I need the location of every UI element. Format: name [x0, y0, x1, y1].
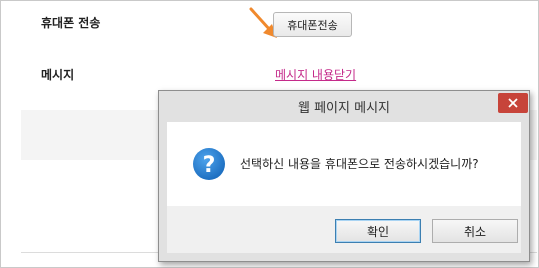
svg-text:?: ? — [203, 153, 216, 178]
message-label: 메시지 — [41, 68, 75, 82]
close-icon — [508, 98, 518, 108]
dialog-title: 웹 페이지 메시지 — [298, 100, 390, 116]
phone-send-button[interactable]: 휴대폰전송 — [273, 12, 352, 37]
cancel-button[interactable]: 취소 — [432, 219, 518, 243]
close-message-link[interactable]: 메시지 내용닫기 — [275, 66, 356, 83]
ok-button[interactable]: 확인 — [335, 219, 421, 243]
dialog-question: 선택하신 내용을 휴대폰으로 전송하시겠습니까? — [240, 157, 479, 171]
dialog-close-button[interactable] — [498, 93, 528, 113]
dialog-body: ? 선택하신 내용을 휴대폰으로 전송하시겠습니까? — [167, 122, 521, 206]
question-icon: ? — [193, 148, 225, 180]
phone-send-label: 휴대폰 전송 — [41, 16, 101, 30]
confirm-dialog: 웹 페이지 메시지 ? 선택하신 내용을 휴대폰으로 전송하시겠습니까? 확인 … — [158, 90, 530, 262]
